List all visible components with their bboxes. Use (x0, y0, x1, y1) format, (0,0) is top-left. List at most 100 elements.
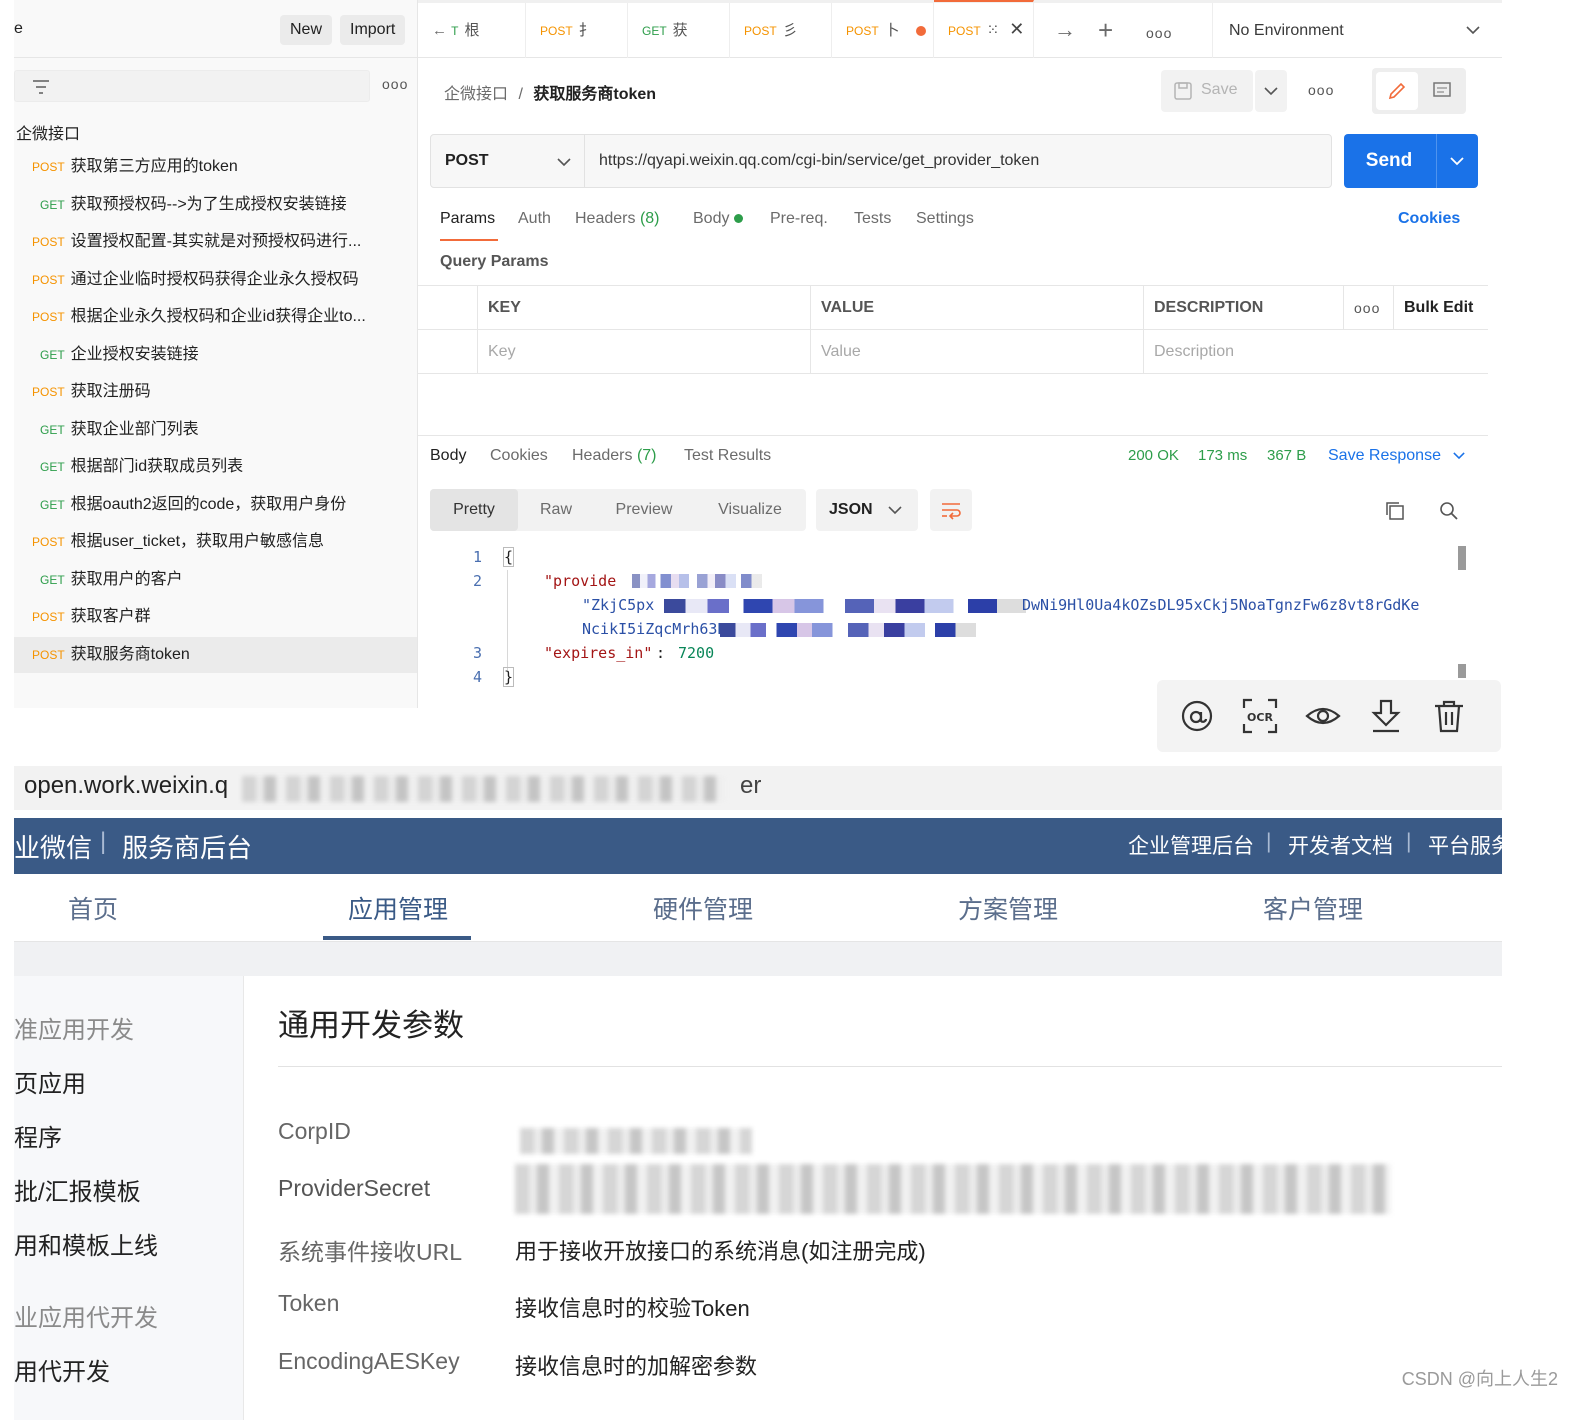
request-tab[interactable]: POST ⁙ ✕ (934, 0, 1034, 58)
download-icon[interactable] (1368, 698, 1404, 734)
menu-item-miniprogram[interactable]: 程序 (14, 1118, 62, 1153)
request-item[interactable]: POST 获取第三方应用的token (14, 149, 417, 185)
save-button[interactable]: Save (1161, 70, 1253, 112)
tab-tests[interactable]: Tests (854, 210, 891, 228)
request-tab[interactable]: POST 扌 (526, 3, 628, 58)
url-input[interactable]: https://qyapi.weixin.qq.com/cgi-bin/serv… (599, 135, 1039, 187)
request-item[interactable]: GET 根据oauth2返回的code，获取用户身份 (14, 487, 417, 523)
request-item[interactable]: POST 通过企业临时授权码获得企业永久授权码 (14, 262, 417, 298)
wrap-lines-button[interactable] (930, 489, 972, 531)
wx-brand[interactable]: 业微信 (14, 828, 92, 865)
tab-settings[interactable]: Settings (916, 210, 974, 228)
ocr-icon[interactable]: OCR (1242, 698, 1278, 734)
link-dev-docs[interactable]: 开发者文档 (1288, 830, 1393, 860)
copy-icon[interactable] (1384, 500, 1406, 522)
request-item[interactable]: GET 企业授权安装链接 (14, 337, 417, 373)
tab-params[interactable]: Params (440, 210, 495, 228)
nav-app-management[interactable]: 应用管理 (348, 890, 448, 926)
response-tab-cookies[interactable]: Cookies (490, 447, 548, 465)
method-select[interactable]: POST (431, 135, 585, 187)
menu-item-custom-dev[interactable]: 用代开发 (14, 1352, 110, 1387)
response-tab-tests[interactable]: Test Results (684, 447, 771, 465)
response-size[interactable]: 367 B (1267, 447, 1306, 464)
response-time[interactable]: 173 ms (1198, 447, 1247, 464)
request-more-icon[interactable]: ooo (1308, 82, 1334, 98)
request-item[interactable]: POST 获取注册码 (14, 374, 417, 410)
link-enterprise-admin[interactable]: 企业管理后台 (1128, 830, 1254, 860)
address-bar[interactable]: open.work.weixin.q er (14, 766, 1502, 810)
response-divider[interactable] (418, 435, 1488, 436)
collection-title[interactable]: 企微接口 (16, 120, 80, 144)
request-item[interactable]: POST 根据user_ticket，获取用户敏感信息 (14, 524, 417, 560)
format-select[interactable]: JSON (816, 489, 918, 531)
request-item[interactable]: POST 获取客户群 (14, 599, 417, 635)
cookies-link[interactable]: Cookies (1398, 210, 1460, 228)
arrow-right-icon[interactable]: → (1054, 17, 1076, 43)
response-tab-headers[interactable]: Headers (7) (572, 447, 657, 465)
edit-mode-button[interactable] (1376, 72, 1418, 110)
param-key-input[interactable]: Key (478, 330, 811, 374)
link-platform-service[interactable]: 平台服务 (1428, 830, 1502, 860)
request-tab[interactable]: GET 获 (628, 3, 730, 58)
import-button[interactable]: Import (340, 15, 406, 45)
request-item[interactable]: POST 设置授权配置-其实就是对预授权码进行... (14, 224, 417, 260)
request-tab[interactable]: POST 卜 (832, 3, 934, 58)
menu-item-templates[interactable]: 批/汇报模板 (14, 1172, 141, 1207)
tabs-more-icon[interactable]: ooo (1146, 25, 1172, 41)
scrollbar-thumb[interactable] (1458, 546, 1466, 570)
chevron-down-icon[interactable] (1450, 156, 1464, 166)
request-tab[interactable]: ← T根 (418, 3, 526, 58)
response-tab-body[interactable]: Body (430, 447, 466, 465)
request-item[interactable]: GET 获取预授权码-->为了生成授权安装链接 (14, 187, 417, 223)
tab-headers[interactable]: Headers (8) (575, 210, 660, 228)
comment-icon[interactable] (1432, 81, 1452, 101)
menu-item-webapp[interactable]: 页应用 (14, 1064, 86, 1099)
breadcrumb-request[interactable]: 获取服务商token (533, 86, 656, 103)
menu-group-custom[interactable]: 业应用代开发 (14, 1298, 158, 1333)
request-item[interactable]: GET 根据部门id获取成员列表 (14, 449, 417, 485)
wx-brand-sub[interactable]: 服务商后台 (122, 828, 252, 865)
search-icon[interactable] (1438, 500, 1460, 522)
request-item[interactable]: GET 获取用户的客户 (14, 562, 417, 598)
request-tab[interactable]: POST 彡 (730, 3, 832, 58)
save-response-button[interactable]: Save Response (1328, 447, 1466, 465)
arrow-left-icon[interactable]: ← (432, 22, 451, 39)
params-more-icon[interactable]: ooo (1344, 286, 1394, 330)
param-description-input[interactable]: Description (1144, 330, 1488, 374)
bulk-edit-button[interactable]: Bulk Edit (1394, 286, 1488, 330)
view-preview[interactable]: Preview (594, 489, 694, 531)
view-raw[interactable]: Raw (518, 489, 594, 531)
request-item[interactable]: POST 获取服务商token (14, 636, 417, 673)
scrollbar-thumb[interactable] (1458, 664, 1466, 678)
add-tab-icon[interactable]: + (1098, 15, 1113, 46)
tab-auth[interactable]: Auth (518, 210, 551, 228)
param-value-input[interactable]: Value (811, 330, 1144, 374)
environment-selector[interactable]: No Environment (1212, 3, 1502, 58)
breadcrumb-collection[interactable]: 企微接口 (444, 86, 508, 103)
view-pretty[interactable]: Pretty (430, 489, 518, 531)
at-icon[interactable] (1179, 698, 1215, 734)
save-dropdown[interactable] (1255, 70, 1287, 112)
sidebar-more-icon[interactable]: ooo (382, 76, 408, 92)
status-code[interactable]: 200 OK (1128, 447, 1179, 464)
tab-body[interactable]: Body (693, 210, 743, 228)
nav-customers[interactable]: 客户管理 (1263, 890, 1363, 926)
tab-headers-count: (8) (639, 210, 660, 227)
menu-group-standard[interactable]: 准应用开发 (14, 1010, 134, 1045)
send-button[interactable]: Send (1344, 134, 1478, 188)
tab-prereq[interactable]: Pre-req. (770, 210, 828, 228)
request-item[interactable]: POST 根据企业永久授权码和企业id获得企业to... (14, 299, 417, 335)
nav-home[interactable]: 首页 (68, 890, 118, 926)
nav-hardware[interactable]: 硬件管理 (653, 890, 753, 926)
eye-icon[interactable] (1305, 698, 1341, 734)
new-button[interactable]: New (280, 15, 333, 45)
response-body-code[interactable]: 1 2 3 4 { "provide "ZkjC5px DwNi9Hl0Ua4k… (418, 544, 1478, 694)
request-item[interactable]: GET 获取企业部门列表 (14, 412, 417, 448)
view-visualize[interactable]: Visualize (694, 489, 806, 531)
menu-item-publish[interactable]: 用和模板上线 (14, 1226, 158, 1261)
nav-solutions[interactable]: 方案管理 (958, 890, 1058, 926)
filter-icon[interactable] (31, 77, 51, 97)
trash-icon[interactable] (1431, 698, 1467, 734)
close-icon[interactable]: ✕ (1009, 19, 1024, 39)
filter-input[interactable] (14, 70, 370, 102)
